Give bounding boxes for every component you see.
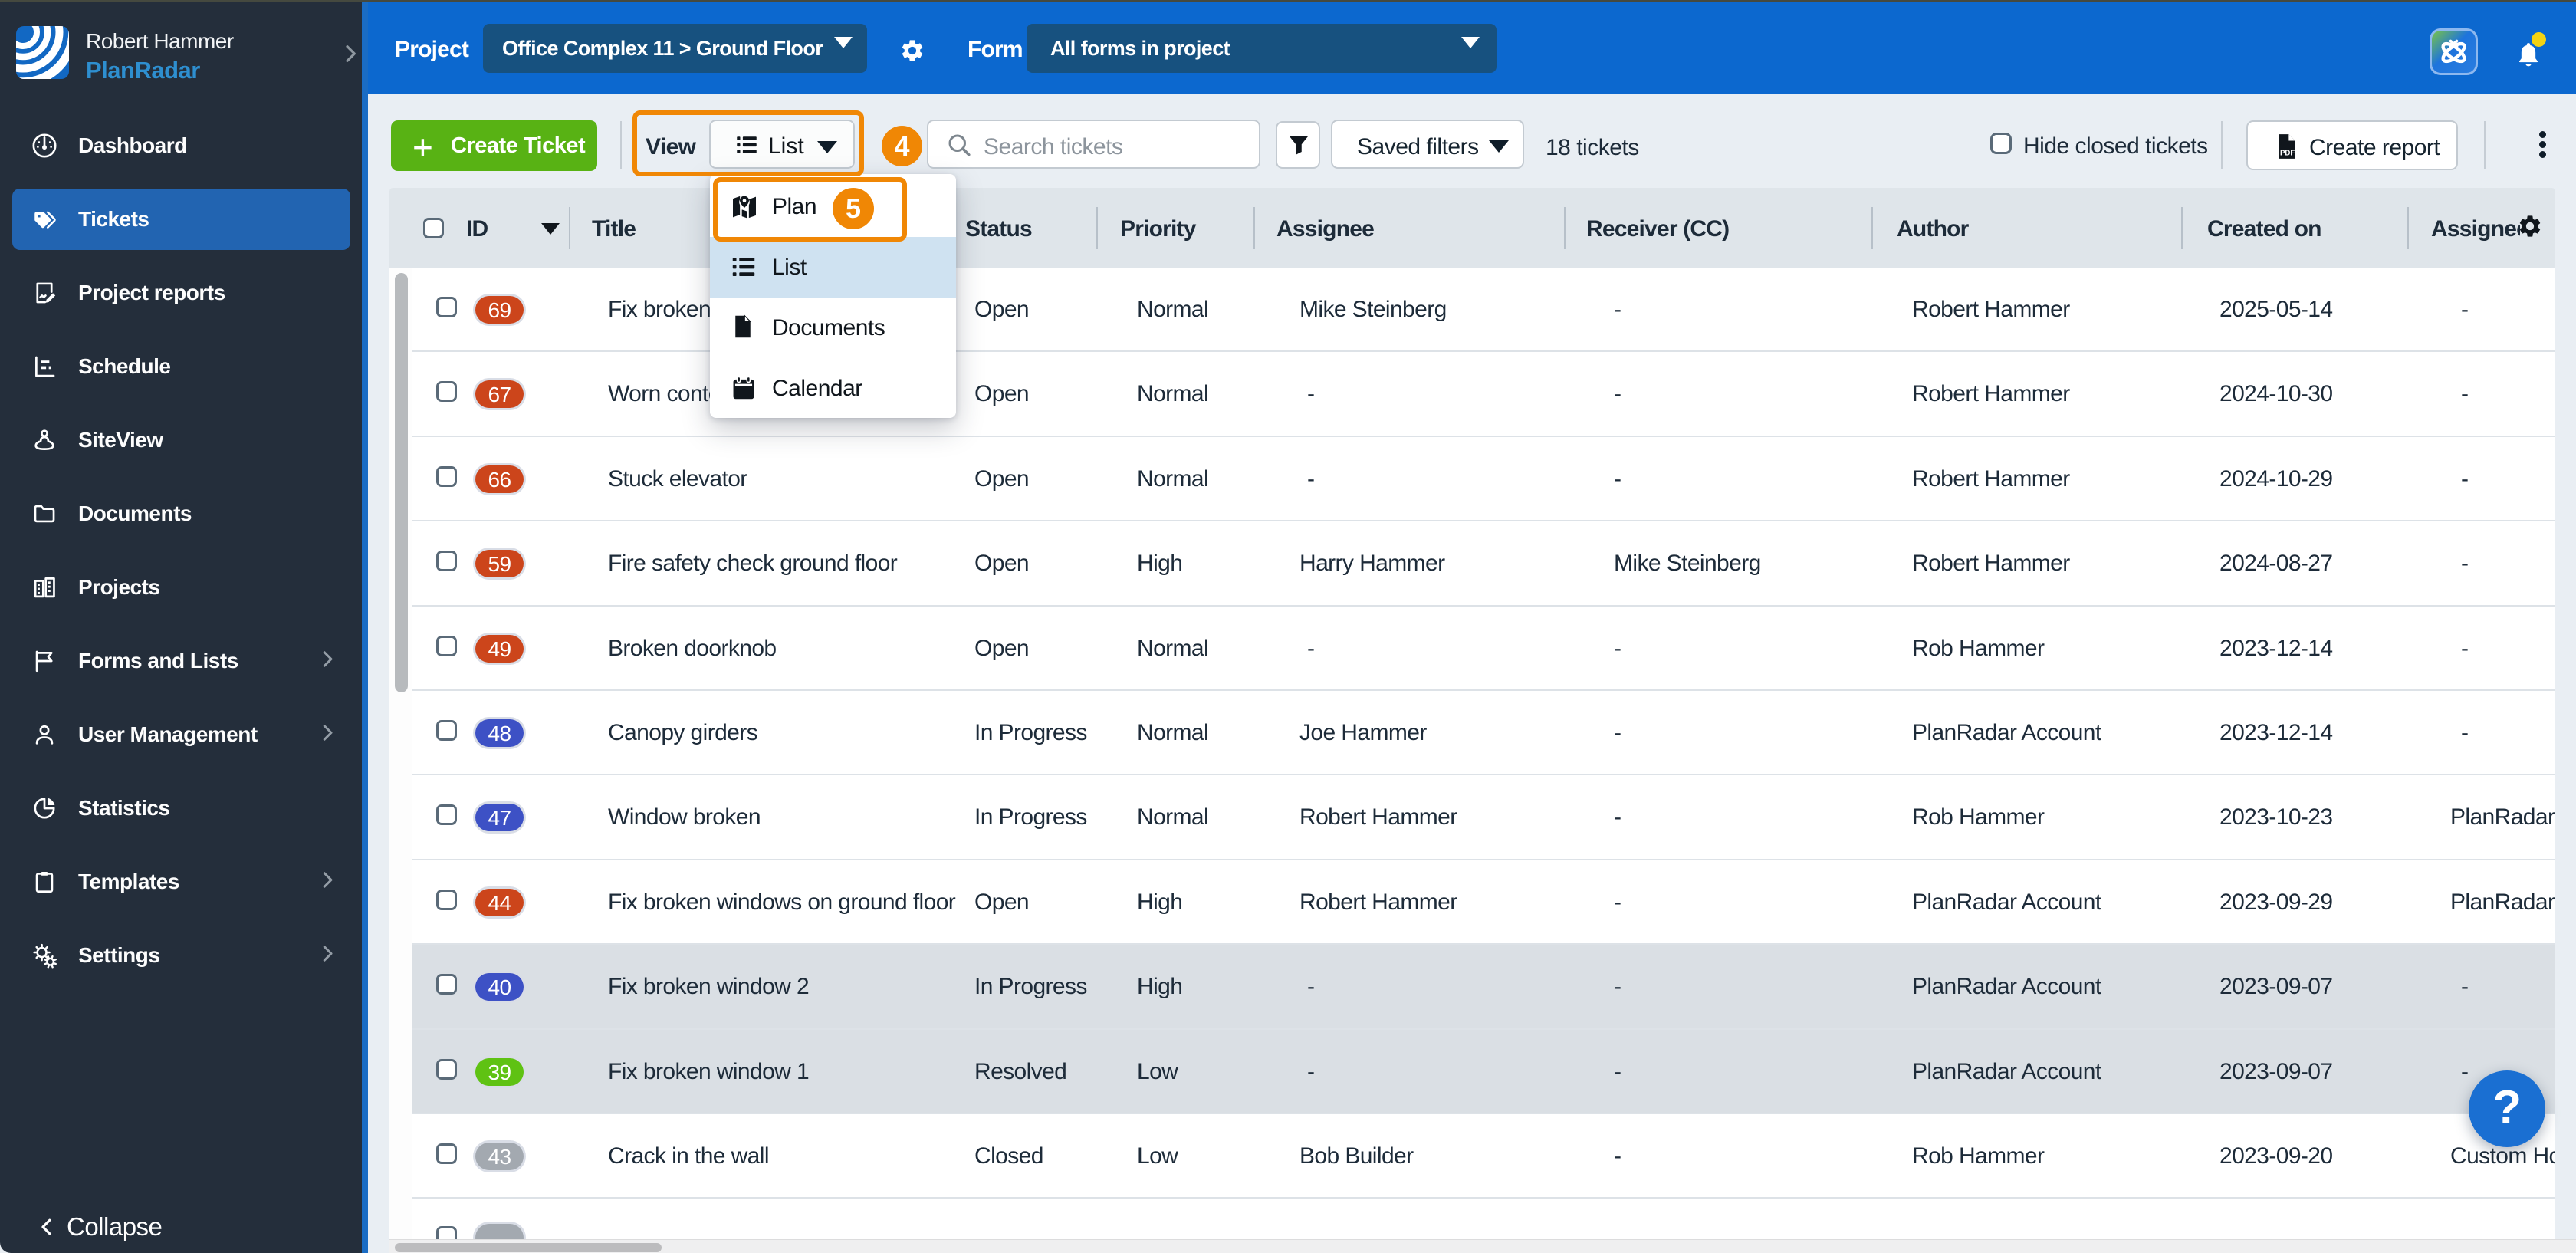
- svg-text:PDF: PDF: [2280, 150, 2295, 158]
